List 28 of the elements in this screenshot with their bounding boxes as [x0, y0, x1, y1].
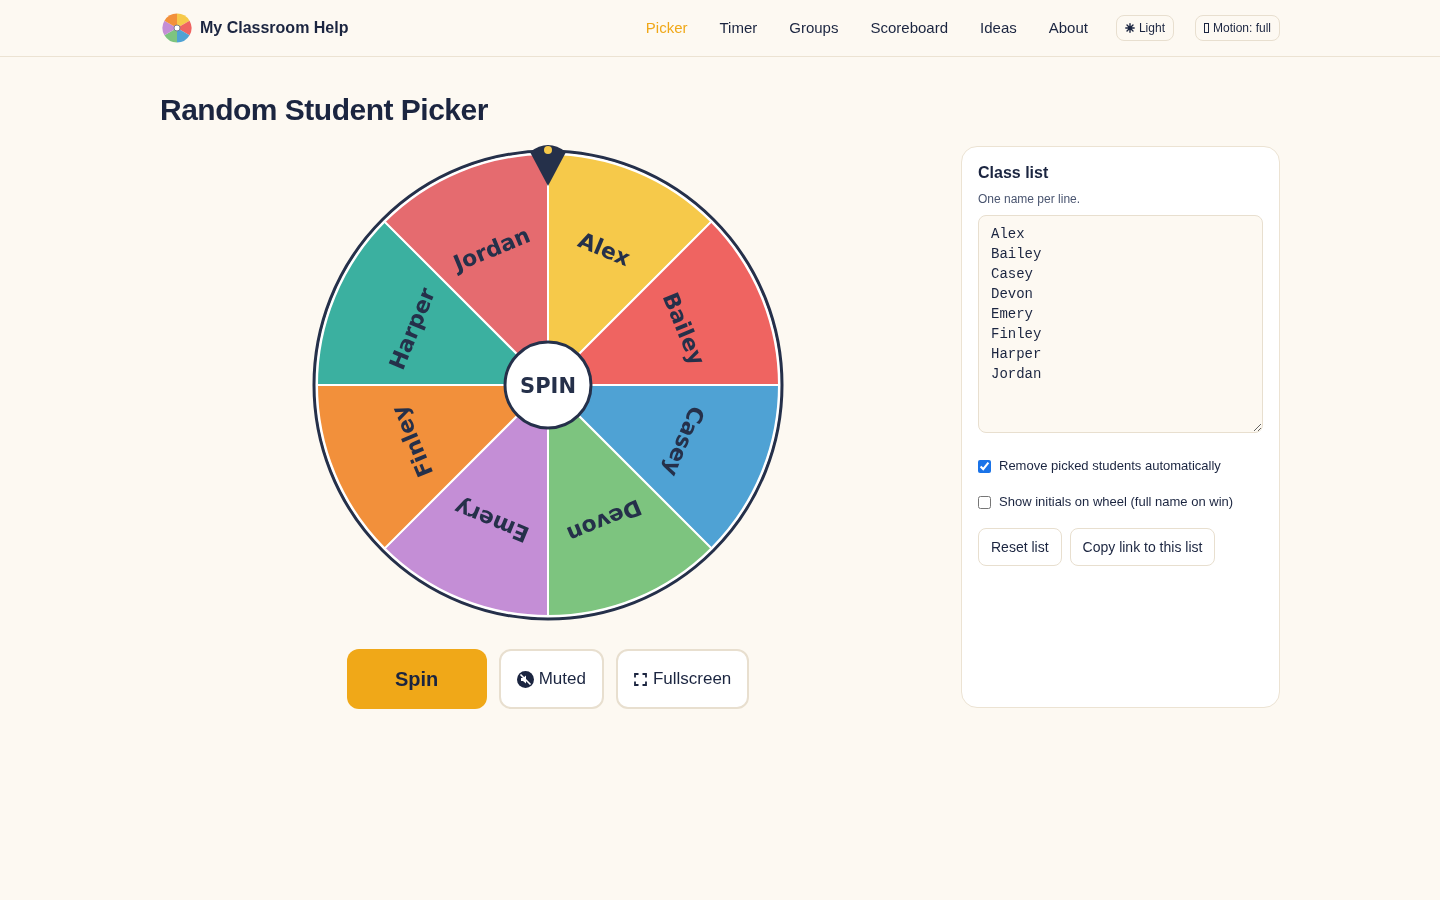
- checkbox-label: Remove picked students automatically: [999, 457, 1221, 476]
- page-title: Random Student Picker: [160, 92, 489, 128]
- list-action-button[interactable]: Copy link to this list: [1069, 528, 1216, 566]
- sun-icon: [1124, 23, 1135, 33]
- checkbox[interactable]: [978, 495, 991, 509]
- fullscreen-icon: [633, 672, 647, 686]
- rectangle-icon: [1203, 23, 1209, 33]
- motion-toggle-button[interactable]: Motion: full: [1194, 15, 1280, 41]
- spin-button[interactable]: Spin: [346, 649, 487, 709]
- brand-name: My Classroom Help: [200, 18, 349, 38]
- class-list-field[interactable]: Alex Bailey Casey Devon Emery Finley Harper Jordan: [978, 215, 1263, 433]
- nav-link[interactable]: Timer: [719, 16, 758, 40]
- sound-button[interactable]: Muted: [498, 649, 604, 709]
- card-hint: One name per line.: [978, 191, 1082, 207]
- nav-link[interactable]: About: [1048, 16, 1088, 40]
- logo-icon: [162, 13, 192, 43]
- list-action-button[interactable]: Reset list: [978, 528, 1062, 566]
- card-title: Class list: [978, 163, 1050, 183]
- checkbox-label: Show initials on wheel (full name on win): [999, 493, 1234, 512]
- checkbox[interactable]: [978, 459, 991, 473]
- nav-link[interactable]: Ideas: [980, 16, 1017, 40]
- spin-hub-button[interactable]: SPIN: [503, 340, 593, 430]
- nav-link[interactable]: Scoreboard: [870, 16, 949, 40]
- student-name-label: Alex: [574, 227, 634, 271]
- muted-speaker-icon: [516, 670, 534, 688]
- nav-link[interactable]: Groups: [789, 16, 839, 40]
- theme-toggle-button[interactable]: Light: [1115, 15, 1174, 41]
- fullscreen-button[interactable]: Fullscreen: [615, 649, 750, 709]
